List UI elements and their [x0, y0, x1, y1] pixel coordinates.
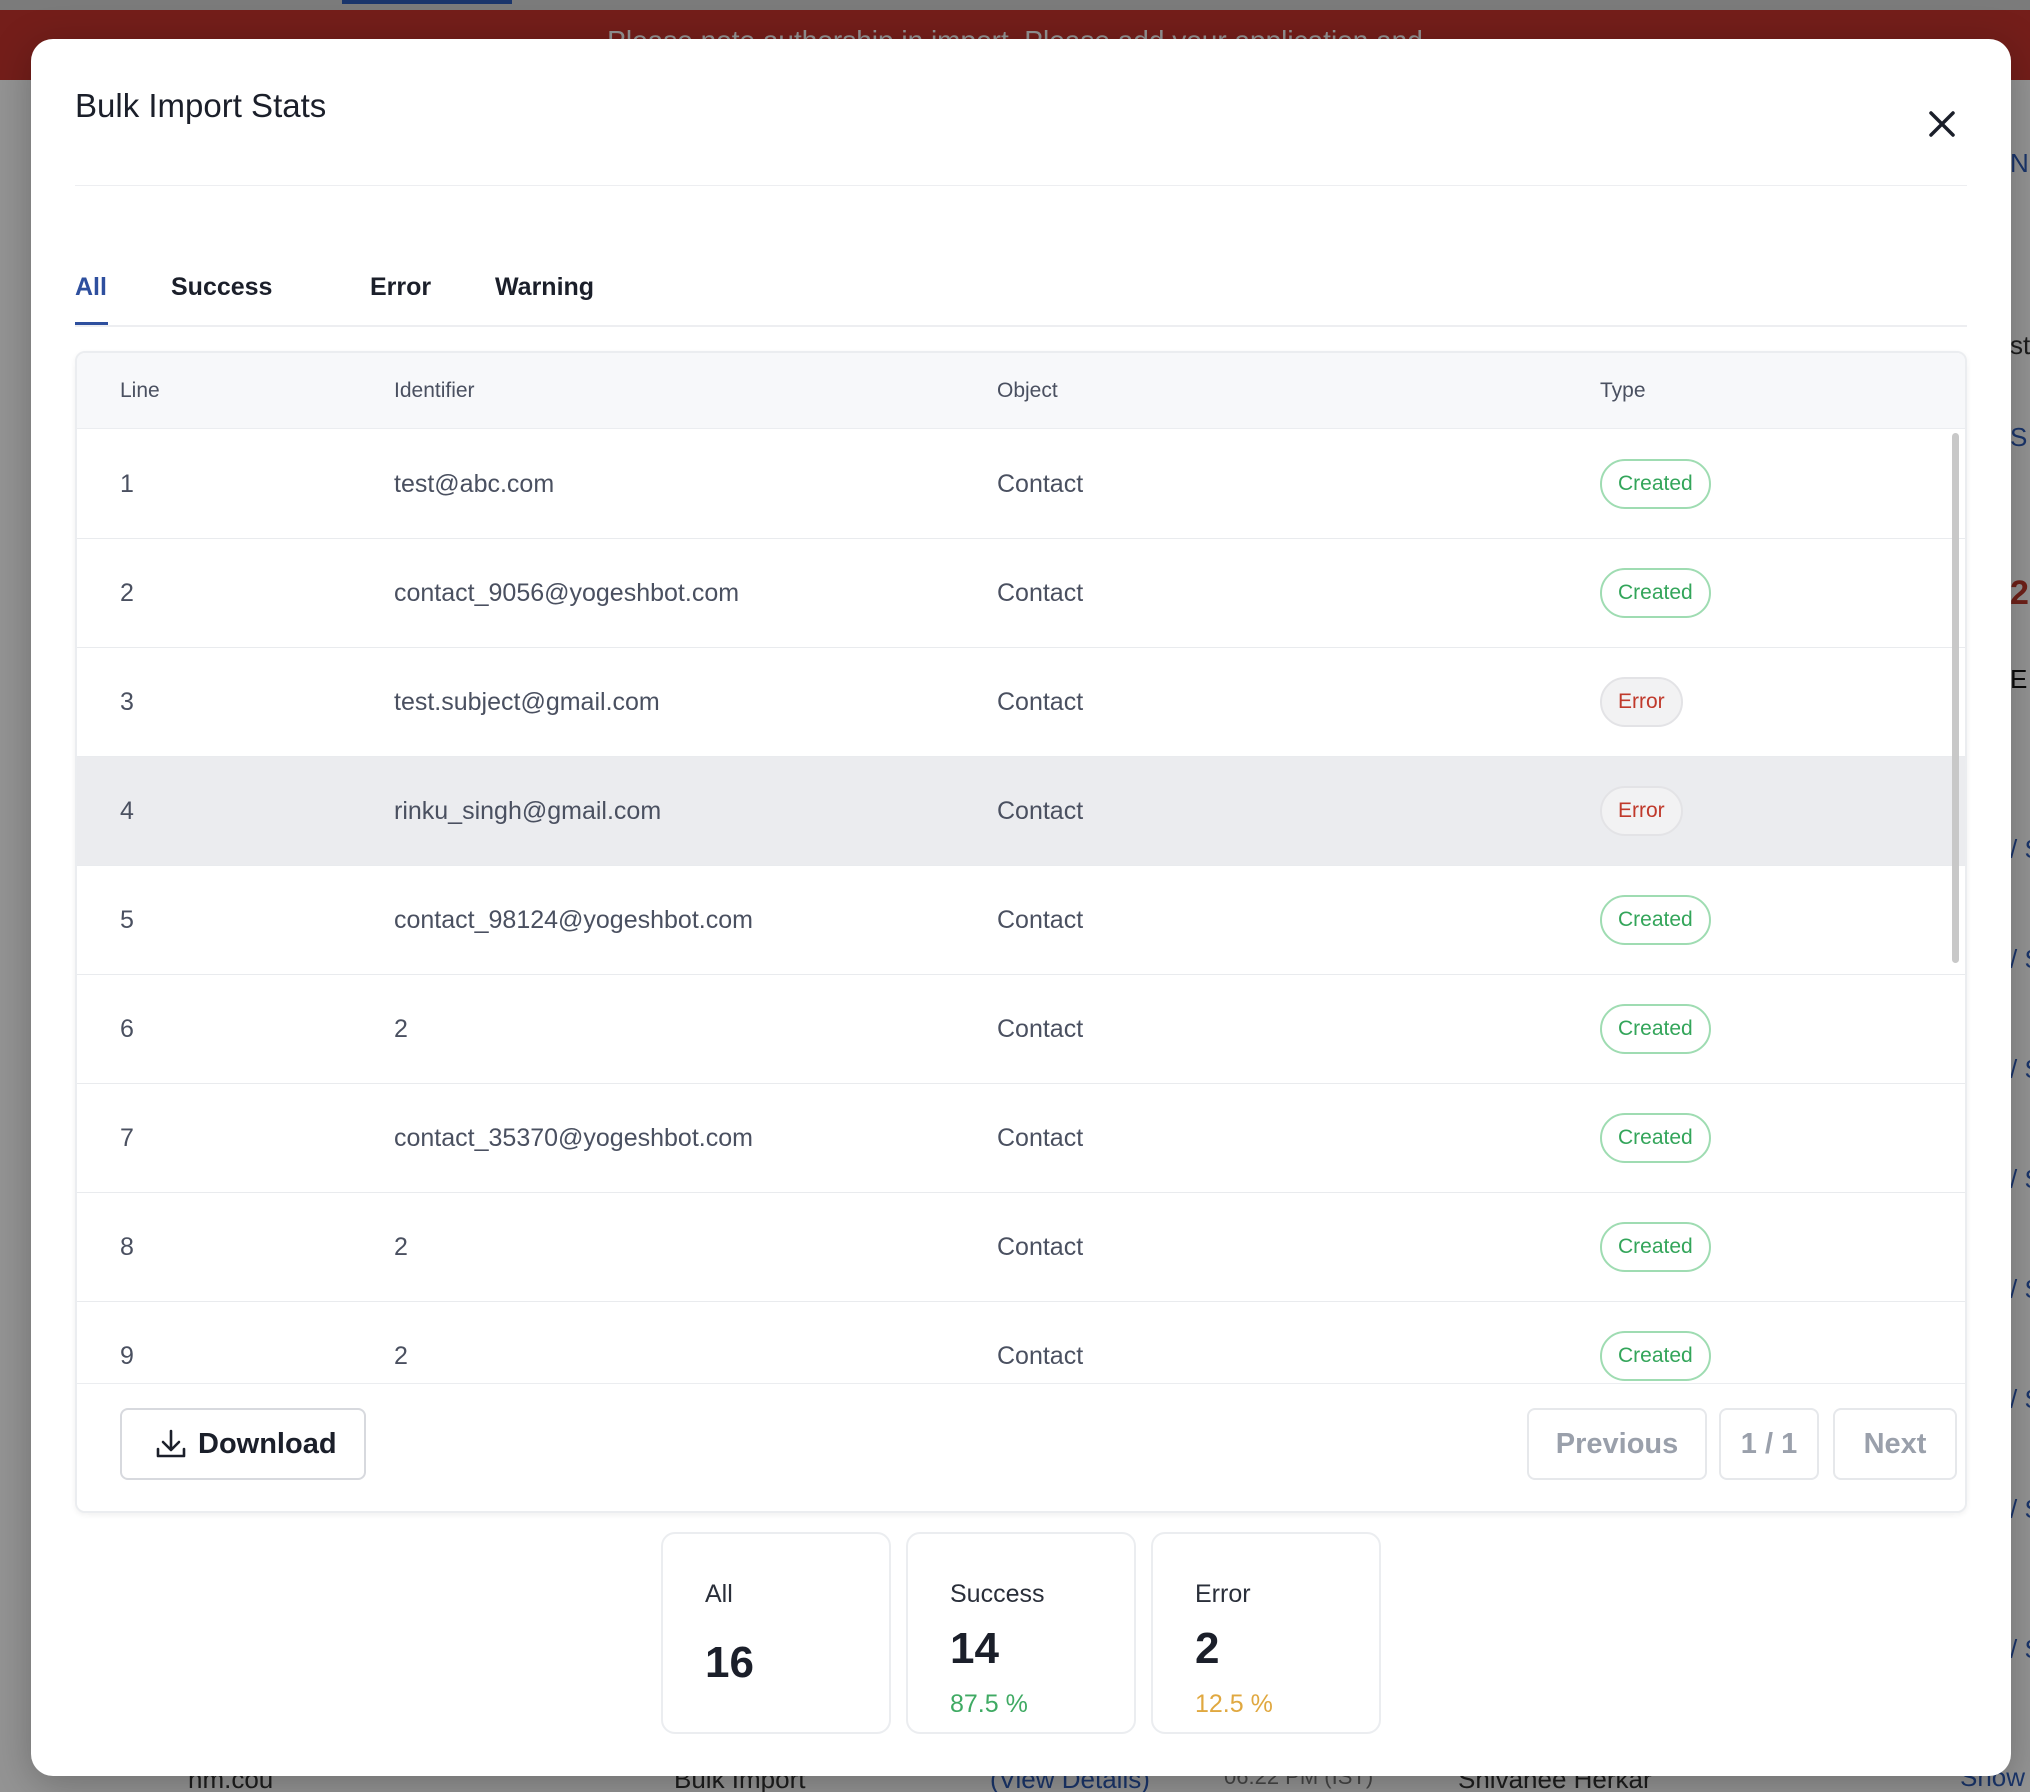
cell-line: 5	[120, 906, 134, 934]
cell-object: Contact	[997, 797, 1084, 825]
modal-title: Bulk Import Stats	[75, 87, 327, 124]
column-header-type[interactable]: Type	[1600, 379, 1646, 403]
status-tabs: All Success Error Warning	[75, 259, 1967, 327]
cell-line: 2	[120, 579, 134, 607]
previous-page-button[interactable]: Previous	[1527, 1408, 1707, 1480]
next-page-button[interactable]: Next	[1833, 1408, 1957, 1480]
table-row[interactable]: 8 2 Contact Created	[77, 1193, 1965, 1302]
cell-identifier: contact_35370@yogeshbot.com	[394, 1124, 753, 1152]
cell-line: 9	[120, 1342, 134, 1370]
stat-value: 14	[950, 1624, 999, 1673]
cell-identifier: contact_98124@yogeshbot.com	[394, 906, 753, 934]
cell-object: Contact	[997, 579, 1084, 607]
download-label: Download	[198, 1427, 337, 1460]
table-row[interactable]: 6 2 Contact Created	[77, 975, 1965, 1084]
cell-object: Contact	[997, 470, 1084, 498]
cell-line: 6	[120, 1015, 134, 1043]
cell-object: Contact	[997, 906, 1084, 934]
status-badge: Created	[1600, 1222, 1711, 1272]
download-icon	[156, 1429, 186, 1458]
column-header-identifier[interactable]: Identifier	[394, 379, 475, 403]
download-button[interactable]: Download	[120, 1408, 366, 1480]
cell-identifier: 2	[394, 1342, 408, 1370]
active-tab-indicator	[75, 322, 108, 325]
cell-line: 7	[120, 1124, 134, 1152]
stat-value: 2	[1195, 1624, 1220, 1673]
table-row[interactable]: 5 contact_98124@yogeshbot.com Contact Creat…	[77, 866, 1965, 975]
table-row[interactable]: 2 contact_9056@yogeshbot.com Contact Create…	[77, 539, 1965, 648]
cell-line: 3	[120, 688, 134, 716]
tab-error[interactable]: Error	[370, 273, 431, 302]
cell-line: 1	[120, 470, 134, 498]
table-body[interactable]: 1 test@abc.com Contact Created 2 contact_9056…	[77, 430, 1965, 1459]
status-badge: Created	[1600, 568, 1711, 618]
stat-percent: 12.5 %	[1195, 1690, 1273, 1718]
cell-object: Contact	[997, 1342, 1084, 1370]
status-badge: Created	[1600, 1113, 1711, 1163]
cell-object: Contact	[997, 688, 1084, 716]
status-badge: Error	[1600, 677, 1683, 727]
status-badge: Created	[1600, 895, 1711, 945]
cell-object: Contact	[997, 1233, 1084, 1261]
stat-card-all: All 16	[661, 1532, 891, 1734]
stat-value: 16	[705, 1638, 754, 1687]
table-footer: Download Previous 1 / 1 Next	[77, 1383, 1965, 1511]
table-header: Line Identifier Object Type	[77, 353, 1965, 429]
table-row[interactable]: 4 rinku_singh@gmail.com Contact Error	[77, 757, 1965, 866]
cell-identifier: contact_9056@yogeshbot.com	[394, 579, 740, 607]
bulk-import-stats-modal: Bulk Import Stats All Success Error Warn…	[31, 39, 2011, 1776]
cell-identifier: rinku_singh@gmail.com	[394, 797, 662, 825]
table-scrollbar[interactable]	[1952, 433, 1959, 963]
header-divider	[75, 185, 1967, 186]
tab-all[interactable]: All	[75, 273, 107, 302]
cell-object: Contact	[997, 1124, 1084, 1152]
status-badge: Created	[1600, 459, 1711, 509]
status-badge: Error	[1600, 786, 1683, 836]
import-results-table: Line Identifier Object Type 1 test@abc.co…	[75, 351, 1967, 1513]
column-header-object[interactable]: Object	[997, 379, 1058, 403]
column-header-line[interactable]: Line	[120, 379, 160, 403]
page-indicator: 1 / 1	[1719, 1408, 1819, 1480]
cell-object: Contact	[997, 1015, 1084, 1043]
table-row[interactable]: 7 contact_35370@yogeshbot.com Contact Creat…	[77, 1084, 1965, 1193]
cell-line: 4	[120, 797, 134, 825]
stat-card-error: Error 2 12.5 %	[1151, 1532, 1381, 1734]
stat-percent: 87.5 %	[950, 1690, 1028, 1718]
status-badge: Created	[1600, 1004, 1711, 1054]
tab-warning[interactable]: Warning	[495, 273, 594, 302]
stat-label: Success	[950, 1580, 1045, 1608]
cell-identifier: test@abc.com	[394, 470, 555, 498]
cell-identifier: test.subject@gmail.com	[394, 688, 660, 716]
close-icon	[1929, 111, 1955, 137]
stat-label: Error	[1195, 1580, 1251, 1608]
status-badge: Created	[1600, 1331, 1711, 1381]
cell-identifier: 2	[394, 1233, 408, 1261]
stat-label: All	[705, 1580, 733, 1608]
stat-card-success: Success 14 87.5 %	[906, 1532, 1136, 1734]
cell-line: 8	[120, 1233, 134, 1261]
table-row[interactable]: 1 test@abc.com Contact Created	[77, 430, 1965, 539]
tab-success[interactable]: Success	[171, 273, 272, 302]
cell-identifier: 2	[394, 1015, 408, 1043]
table-row[interactable]: 3 test.subject@gmail.com Contact Error	[77, 648, 1965, 757]
close-button[interactable]	[1912, 94, 1972, 154]
